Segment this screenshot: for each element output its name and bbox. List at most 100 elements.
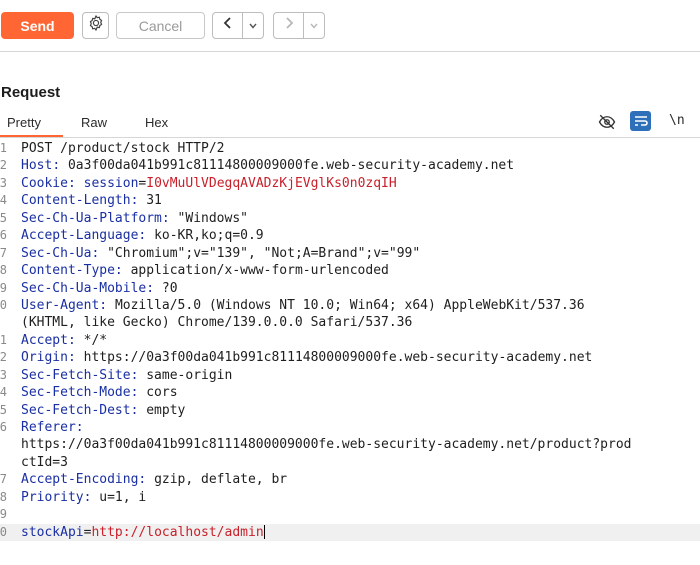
request-editor[interactable]: 1 POST /product/stock HTTP/2 2 Host: 0a3f0… [0,140,700,565]
editor-line: 4 Sec-Fetch-Mode: cors [0,384,700,401]
editor-line: 7 Sec-Ch-Ua: "Chromium";v="139", "Not;A=B… [0,245,700,262]
settings-button[interactable] [82,12,109,39]
header-name: Content-Type [21,263,115,279]
tab-raw[interactable]: Raw [81,115,107,130]
line-number: 3 [0,175,7,190]
editor-line: 9 [0,506,700,523]
header-value: application/x-www-form-urlencoded [130,263,389,279]
editor-line-current: 0 stockApi=http://localhost/admin [0,523,700,542]
tab-pretty[interactable]: Pretty [7,115,41,130]
header-value: Mozilla/5.0 (Windows NT 10.0; Win64; x64… [114,297,585,313]
back-history-dropdown[interactable] [242,13,263,38]
line-number: 7 [0,472,7,487]
header-name: User-Agent [21,297,100,313]
line-number: 9 [0,280,7,295]
header-name: Sec-Fetch-Dest [21,402,131,418]
gear-icon [87,14,105,37]
line-number: 0 [0,524,7,539]
line-number: 1 [0,141,7,155]
cancel-button[interactable]: Cancel [116,12,205,39]
header-name: Sec-Ch-Ua-Mobile [21,280,147,296]
toolbar: Send Cancel [0,0,700,52]
header-value: u=1, i [99,489,147,505]
line-number: 9 [0,507,7,522]
editor-line: 5 Sec-Fetch-Dest: empty [0,402,700,419]
divider [0,137,700,138]
header-value: "Windows" [177,210,248,226]
editor-line: 2 Host: 0a3f00da041b991c81114800009000fe.… [0,157,700,174]
editor-line: ctId=3 [0,454,700,471]
header-name: Cookie [21,175,68,191]
header-value: */* [83,332,108,348]
forward-history-dropdown[interactable] [303,13,324,38]
cookie-name: session [83,175,139,191]
body-param-name: stockApi [21,524,84,540]
header-name: Host [21,158,53,174]
header-value: ko-KR,ko;q=0.9 [154,228,264,244]
request-line: POST /product/stock HTTP/2 [21,141,225,156]
editor-line: 6 Accept-Language: ko-KR,ko;q=0.9 [0,227,700,244]
editor-line: 4 Content-Length: 31 [0,192,700,209]
line-number: 0 [0,297,7,312]
header-name: Sec-Ch-Ua [21,245,92,261]
header-name: Sec-Fetch-Mode [21,385,131,401]
line-number: 8 [0,263,7,278]
eye-slash-icon[interactable] [598,113,616,131]
back-nav-group [212,12,264,39]
line-number: 4 [0,193,7,208]
send-button[interactable]: Send [1,12,74,39]
editor-line: 0 User-Agent: Mozilla/5.0 (Windows NT 10.… [0,297,700,314]
line-number: 6 [0,228,7,243]
header-value: gzip, deflate, br [154,472,288,488]
editor-line: 7 Accept-Encoding: gzip, deflate, br [0,471,700,488]
editor-line: 8 Priority: u=1, i [0,489,700,506]
cookie-value: I0vMuUlVDegqAVADzKjEVglKs0n0zqIH [146,175,397,191]
editor-line: 2 Origin: https://0a3f00da041b991c8111480… [0,349,700,366]
request-panel-title: Request [1,84,61,101]
editor-line: (KHTML, like Gecko) Chrome/139.0.0.0 Saf… [0,314,700,331]
text-caret [263,525,265,540]
wrapped-continuation: ctId=3 [21,454,68,470]
line-number: 5 [0,402,7,417]
chevron-right-icon [283,16,295,35]
line-number: 3 [0,367,7,382]
line-number: 2 [0,158,7,173]
header-name: Content-Length [21,193,131,209]
editor-line: 3 Sec-Fetch-Site: same-origin [0,367,700,384]
editor-line: 8 Content-Type: application/x-www-form-ur… [0,262,700,279]
header-name: Accept-Language [21,228,139,244]
header-name: Sec-Ch-Ua-Platform [21,210,162,226]
forward-button[interactable] [274,13,303,38]
header-value: 0a3f00da041b991c81114800009000fe.web-sec… [67,158,515,174]
header-value: empty [146,402,186,418]
header-name: Accept-Encoding [21,472,139,488]
line-number: 8 [0,489,7,504]
editor-line: 9 Sec-Ch-Ua-Mobile: ?0 [0,280,700,297]
editor-line: 3 Cookie: session=I0vMuUlVDegqAVADzKjEVgl… [0,175,700,192]
line-number: 6 [0,420,7,434]
header-name: Sec-Fetch-Site [21,367,131,383]
header-value: "Chromium";v="139", "Not;A=Brand";v="99" [107,245,421,261]
editor-line: 1 Accept: */* [0,332,700,349]
editor-line: 5 Sec-Ch-Ua-Platform: "Windows" [0,210,700,227]
body-param-value: http://localhost/admin [91,524,264,540]
header-name: Origin [21,350,68,366]
wrapped-continuation: (KHTML, like Gecko) Chrome/139.0.0.0 Saf… [21,315,413,331]
back-button[interactable] [213,13,242,38]
show-newlines-toggle[interactable]: \n [669,113,685,128]
line-number: 4 [0,385,7,400]
wrap-lines-icon[interactable] [630,111,651,131]
request-view-tabs: Pretty Raw Hex [0,112,700,138]
header-value: same-origin [146,367,233,383]
line-number: 1 [0,332,7,347]
header-value: cors [146,385,178,401]
header-name: Referer [21,420,76,435]
tab-hex[interactable]: Hex [145,115,168,130]
header-name: Accept [21,332,68,348]
chevron-left-icon [222,16,234,35]
chevron-down-icon [309,17,319,35]
header-value: ?0 [161,280,178,296]
editor-line: 6 Referer: [0,419,700,436]
wrapped-continuation: https://0a3f00da041b991c81114800009000fe… [21,437,632,453]
editor-line: 1 POST /product/stock HTTP/2 [0,140,700,157]
